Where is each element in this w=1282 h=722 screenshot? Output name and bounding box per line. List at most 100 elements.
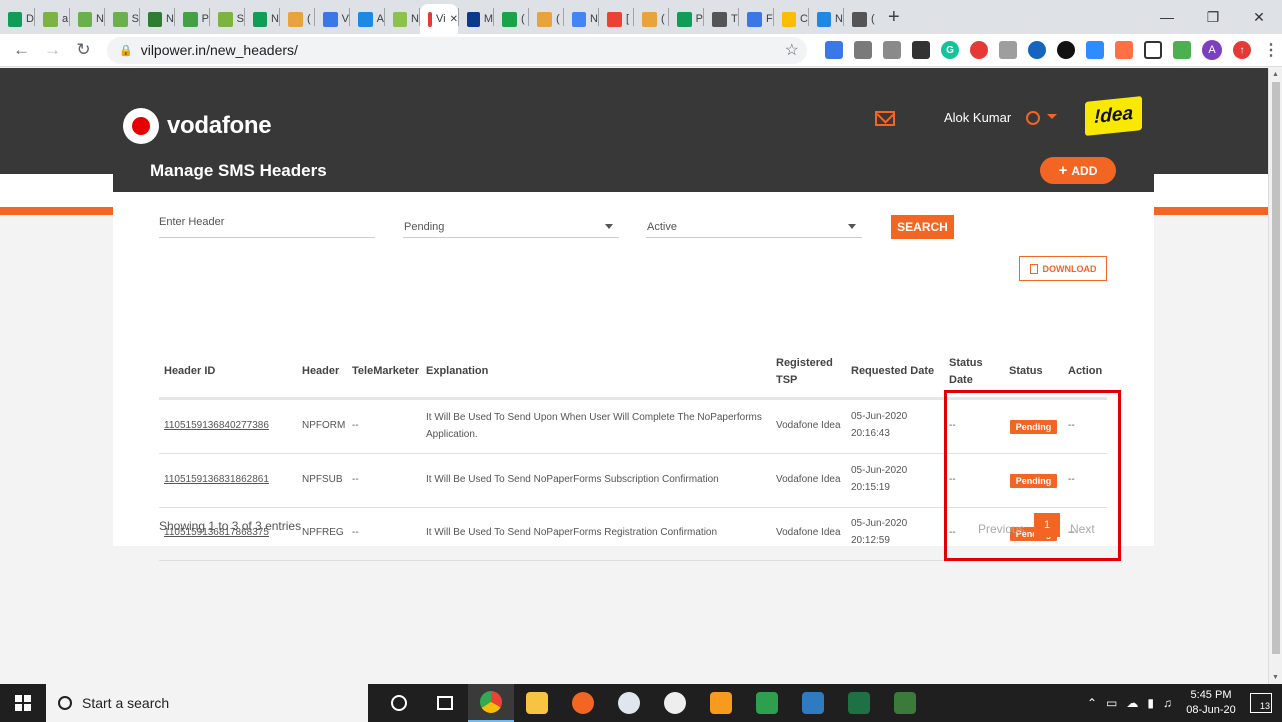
- add-button[interactable]: + ADD: [1040, 157, 1116, 184]
- chrome-icon[interactable]: [468, 684, 514, 722]
- browser-tab[interactable]: P: [669, 4, 703, 34]
- scroll-thumb[interactable]: [1272, 82, 1280, 654]
- extension-icon[interactable]: [1057, 41, 1075, 59]
- volume-icon[interactable]: ♫: [1163, 696, 1172, 710]
- header-id-link[interactable]: 1105159136840277386: [164, 417, 269, 434]
- zoom-icon[interactable]: [1086, 41, 1104, 59]
- extension-icon[interactable]: [1173, 41, 1191, 59]
- check-icon: [537, 11, 552, 27]
- extension-icon[interactable]: [854, 41, 872, 59]
- page-scrollbar[interactable]: ▲ ▼: [1268, 68, 1282, 684]
- grammarly-icon[interactable]: G: [941, 41, 959, 59]
- battery-icon[interactable]: ▮: [1147, 696, 1154, 710]
- col-status-date: Status Date: [949, 357, 983, 386]
- cortana-icon[interactable]: [376, 684, 422, 722]
- extension-icon[interactable]: [970, 41, 988, 59]
- app-icon[interactable]: [882, 684, 928, 722]
- paint-icon[interactable]: [606, 684, 652, 722]
- active-select[interactable]: Active: [646, 210, 862, 238]
- browser-tab[interactable]: Vi ✕: [420, 4, 458, 34]
- notification-count: 13: [1259, 701, 1270, 711]
- profile-avatar[interactable]: A: [1202, 40, 1222, 60]
- browser-tab[interactable]: S: [210, 4, 244, 34]
- sublime-icon[interactable]: [698, 684, 744, 722]
- browser-tab[interactable]: M: [459, 4, 493, 34]
- header-search-input[interactable]: Enter Header: [159, 210, 375, 238]
- extension-icon[interactable]: ↑: [1233, 41, 1251, 59]
- menu-icon[interactable]: ⋮: [1262, 41, 1280, 59]
- status-select[interactable]: Pending: [403, 210, 619, 238]
- browser-tab[interactable]: T: [704, 4, 738, 34]
- app-icon[interactable]: [744, 684, 790, 722]
- reload-icon[interactable]: ↻: [68, 40, 99, 60]
- browser-tab[interactable]: (: [844, 4, 878, 34]
- user-icon[interactable]: [1026, 111, 1040, 125]
- vs-code-icon[interactable]: [790, 684, 836, 722]
- forward-icon[interactable]: →: [37, 40, 68, 60]
- chevron-down-icon[interactable]: [1047, 114, 1057, 119]
- doc-icon: [183, 11, 198, 27]
- jio-icon: [467, 11, 480, 27]
- browser-tab[interactable]: C: [774, 4, 808, 34]
- window-icon[interactable]: [1144, 41, 1162, 59]
- browser-tab[interactable]: N: [809, 4, 843, 34]
- browser-tab[interactable]: N: [385, 4, 419, 34]
- emoji-icon[interactable]: [652, 684, 698, 722]
- download-button[interactable]: DOWNLOAD: [1019, 256, 1107, 281]
- chart-icon[interactable]: [1115, 41, 1133, 59]
- taskbar-search[interactable]: Start a search: [46, 684, 368, 722]
- task-view-icon[interactable]: [422, 684, 468, 722]
- onedrive-icon[interactable]: ☁: [1126, 696, 1138, 710]
- search-button[interactable]: SEARCH: [891, 215, 954, 239]
- browser-tab[interactable]: [: [599, 4, 633, 34]
- scroll-down-icon[interactable]: ▼: [1272, 674, 1279, 681]
- tab-title: (: [661, 13, 665, 25]
- close-tab-icon[interactable]: ✕: [450, 14, 458, 25]
- n-icon: [113, 11, 128, 27]
- eye-icon[interactable]: [1028, 41, 1046, 59]
- file-explorer-icon[interactable]: [514, 684, 560, 722]
- app-icon[interactable]: [560, 684, 606, 722]
- browser-tab[interactable]: N: [70, 4, 104, 34]
- mail-icon[interactable]: [875, 111, 895, 126]
- url-field[interactable]: 🔒 vilpower.in/new_headers/ ☆: [107, 36, 807, 64]
- extension-icon[interactable]: [825, 41, 843, 59]
- back-icon[interactable]: ←: [6, 40, 37, 60]
- browser-tab[interactable]: F: [739, 4, 773, 34]
- browser-tab[interactable]: (: [494, 4, 528, 34]
- browser-tab[interactable]: (: [529, 4, 563, 34]
- start-button[interactable]: [0, 684, 46, 722]
- vodafone-logo[interactable]: vodafone: [123, 108, 272, 144]
- notification-icon[interactable]: 13: [1250, 693, 1272, 713]
- requested-date-cell: 05-Jun-2020: [851, 465, 908, 476]
- browser-tab[interactable]: D: [0, 4, 34, 34]
- browser-tab[interactable]: A: [350, 4, 384, 34]
- network-icon[interactable]: ▭: [1106, 696, 1117, 710]
- maximize-icon[interactable]: ❐: [1190, 0, 1236, 34]
- doc-icon: [747, 11, 762, 27]
- clock[interactable]: 5:45 PM 08-Jun-20: [1181, 688, 1241, 718]
- extension-icon[interactable]: [999, 41, 1017, 59]
- camera-icon[interactable]: [883, 41, 901, 59]
- browser-tab[interactable]: (: [280, 4, 314, 34]
- excel-icon[interactable]: [836, 684, 882, 722]
- browser-tab[interactable]: N: [245, 4, 279, 34]
- new-tab-icon[interactable]: +: [888, 6, 900, 29]
- browser-tab[interactable]: N: [564, 4, 598, 34]
- browser-tab[interactable]: a: [35, 4, 69, 34]
- requested-time-cell: 20:15:19: [851, 482, 890, 493]
- close-window-icon[interactable]: ✕: [1236, 0, 1282, 34]
- browser-tab[interactable]: P: [175, 4, 209, 34]
- explanation-cell: It Will Be Used To Send Upon When User W…: [426, 412, 762, 440]
- bookmark-star-icon[interactable]: ☆: [785, 40, 799, 60]
- scroll-up-icon[interactable]: ▲: [1272, 71, 1279, 78]
- header-id-link[interactable]: 1105159136831862861: [164, 471, 269, 488]
- browser-tab[interactable]: V: [315, 4, 349, 34]
- chevron-up-icon[interactable]: ⌃: [1087, 696, 1097, 710]
- browser-tab[interactable]: S: [105, 4, 139, 34]
- browser-tab[interactable]: N: [140, 4, 174, 34]
- browser-tab[interactable]: (: [634, 4, 668, 34]
- minimize-icon[interactable]: —: [1144, 0, 1190, 34]
- n-icon: [78, 11, 93, 27]
- eyedropper-icon[interactable]: [912, 41, 930, 59]
